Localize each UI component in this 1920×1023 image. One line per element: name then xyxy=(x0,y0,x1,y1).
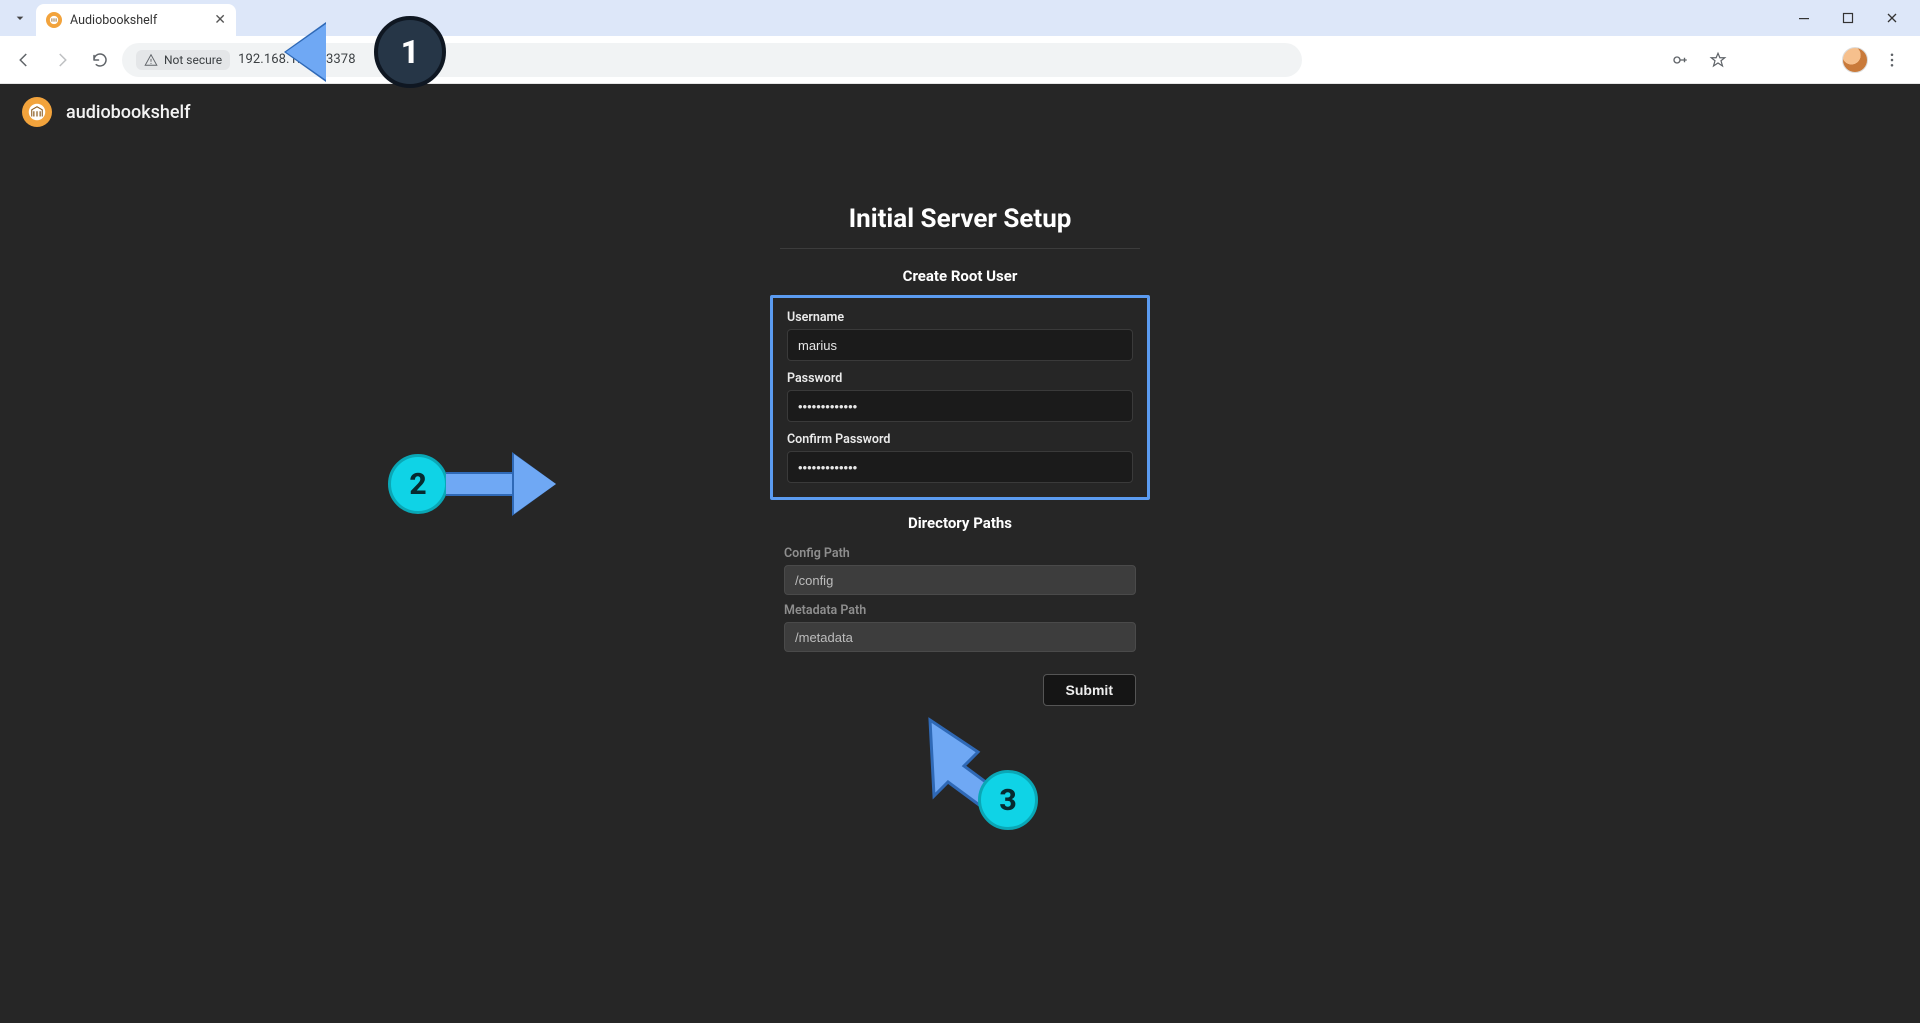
tab-title: Audiobookshelf xyxy=(70,13,206,28)
not-secure-label: Not secure xyxy=(164,53,222,67)
window-controls xyxy=(1782,0,1914,36)
annotation-2-number: 2 xyxy=(409,467,426,502)
app-header: audiobookshelf xyxy=(0,84,1920,140)
window-minimize-icon[interactable] xyxy=(1782,3,1826,33)
metadata-path-label: Metadata Path xyxy=(784,603,1136,618)
nav-reload-icon[interactable] xyxy=(84,44,116,76)
username-input[interactable] xyxy=(787,329,1133,361)
tabs-dropdown-icon[interactable] xyxy=(8,6,32,30)
profile-avatar[interactable] xyxy=(1842,47,1868,73)
nav-forward-icon[interactable] xyxy=(46,44,78,76)
annotation-3-number: 3 xyxy=(999,783,1016,818)
app-viewport: audiobookshelf Initial Server Setup Crea… xyxy=(0,84,1920,1023)
submit-button[interactable]: Submit xyxy=(1043,674,1136,706)
url-text: 192.168.1.18:13378 xyxy=(238,52,356,67)
username-label: Username xyxy=(787,310,1133,325)
metadata-path-input xyxy=(784,622,1136,652)
config-path-input xyxy=(784,565,1136,595)
divider xyxy=(780,248,1140,249)
page-title: Initial Server Setup xyxy=(770,204,1150,248)
browser-tab[interactable]: Audiobookshelf ✕ xyxy=(36,4,236,36)
confirm-password-input[interactable] xyxy=(787,451,1133,483)
section-title-root-user: Create Root User xyxy=(770,267,1150,285)
browser-toolbar: Not secure 192.168.1.18:13378 xyxy=(0,36,1920,84)
setup-form: Initial Server Setup Create Root User Us… xyxy=(770,204,1150,706)
annotation-3-circle: 3 xyxy=(978,770,1038,830)
confirm-password-label: Confirm Password xyxy=(787,432,1133,447)
password-key-icon[interactable] xyxy=(1666,46,1694,74)
kebab-menu-icon[interactable] xyxy=(1878,46,1906,74)
bookmark-star-icon[interactable] xyxy=(1704,46,1732,74)
tab-close-icon[interactable]: ✕ xyxy=(214,13,226,27)
app-logo-icon xyxy=(22,97,52,127)
window-maximize-icon[interactable] xyxy=(1826,3,1870,33)
password-label: Password xyxy=(787,371,1133,386)
tab-favicon xyxy=(46,12,62,28)
config-path-label: Config Path xyxy=(784,546,1136,561)
nav-back-icon[interactable] xyxy=(8,44,40,76)
warning-icon xyxy=(144,53,158,67)
tab-strip: Audiobookshelf ✕ xyxy=(0,0,1920,36)
browser-chrome: Audiobookshelf ✕ Not secure 192.168.1.18… xyxy=(0,0,1920,84)
root-user-box: Username Password Confirm Password xyxy=(770,295,1150,500)
address-bar[interactable]: Not secure 192.168.1.18:13378 xyxy=(122,43,1302,77)
annotation-2-circle: 2 xyxy=(388,454,448,514)
section-title-paths: Directory Paths xyxy=(770,514,1150,532)
password-input[interactable] xyxy=(787,390,1133,422)
app-name: audiobookshelf xyxy=(66,102,190,123)
not-secure-chip[interactable]: Not secure xyxy=(136,50,230,70)
window-close-icon[interactable] xyxy=(1870,3,1914,33)
paths-box: Config Path Metadata Path xyxy=(770,546,1150,652)
